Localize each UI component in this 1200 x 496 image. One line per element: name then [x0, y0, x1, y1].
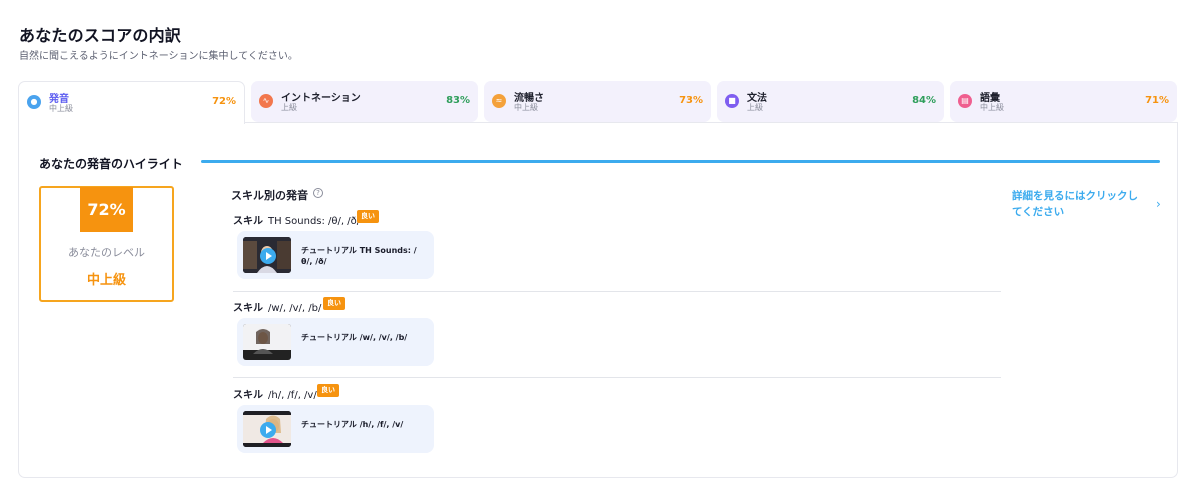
level-score: 72% [80, 187, 133, 232]
tab-level: 上級 [281, 103, 297, 112]
tab-level: 上級 [747, 103, 763, 112]
play-icon [260, 422, 276, 438]
skill-heading: スキル/w/, /v/, /b/ [233, 299, 321, 314]
page-subtitle: 自然に聞こえるようにイントネーションに集中してください。 [19, 51, 298, 62]
tutorial-card[interactable]: チュートリアル /h/, /f/, /v/ [237, 405, 434, 453]
tab-level: 中上級 [49, 104, 73, 113]
chevron-right-icon[interactable]: › [1156, 197, 1161, 211]
tab-fluency[interactable]: ≈ 流暢さ 中上級 73% [484, 81, 711, 122]
microphone-icon: ● [27, 95, 41, 109]
flow-icon: ≈ [492, 94, 506, 108]
skill-sound: /w/, /v/, /b/ [268, 303, 322, 314]
thumbnail-image [243, 324, 291, 360]
tutorial-title: チュートリアル /h/, /f/, /v/ [301, 420, 404, 429]
skill-heading: スキル TH Sounds: /θ/, /ð/ [233, 212, 360, 227]
waveform-icon: ∿ [259, 94, 273, 108]
skill-label: スキル [233, 390, 263, 401]
skill-label: スキル [233, 303, 263, 314]
tab-level: 中上級 [980, 103, 1004, 112]
skill-sound: TH Sounds: /θ/, /ð/ [268, 216, 361, 227]
tutorial-card[interactable]: チュートリアル /w/, /v/, /b/ [237, 318, 434, 366]
tab-level: 中上級 [514, 103, 538, 112]
video-thumbnail[interactable] [243, 237, 291, 273]
tutorial-title: チュートリアル /w/, /v/, /b/ [301, 333, 408, 342]
tab-pronunciation[interactable]: ● 発音 中上級 72% [18, 81, 245, 124]
tab-score: 72% [212, 96, 236, 107]
skill-badge: 良い [323, 297, 345, 310]
highlights-title: あなたの発音のハイライト [39, 157, 183, 171]
tab-score: 84% [912, 95, 936, 106]
tab-grammar[interactable]: ■ 文法 上級 84% [717, 81, 944, 122]
score-tabs: ● 発音 中上級 72% ∿ イントネーション 上級 83% ≈ 流暢さ 中上級… [18, 81, 1178, 124]
tab-vocabulary[interactable]: ▤ 語彙 中上級 71% [950, 81, 1177, 122]
video-thumbnail[interactable] [243, 411, 291, 447]
level-card: 72% あなたのレベル 中上級 [39, 186, 174, 302]
grammar-icon: ■ [725, 94, 739, 108]
tutorial-card[interactable]: チュートリアル TH Sounds: /θ/, /ð/ [237, 231, 434, 279]
level-label: あなたのレベル [68, 246, 145, 259]
highlights-panel: あなたの発音のハイライト 72% あなたのレベル 中上級 スキル別の発音 ? ス… [18, 122, 1178, 478]
skills-title: スキル別の発音 [231, 189, 308, 202]
details-link[interactable]: 詳細を見るにはクリックしてください [1012, 188, 1144, 220]
skill-label: スキル [233, 216, 263, 227]
tab-score: 73% [679, 95, 703, 106]
section-divider [201, 160, 1160, 163]
skill-heading: スキル/h/, /f/, /v/ [233, 386, 317, 401]
skill-divider [233, 291, 1001, 292]
tab-intonation[interactable]: ∿ イントネーション 上級 83% [251, 81, 478, 122]
video-thumbnail[interactable] [243, 324, 291, 360]
level-value: 中上級 [86, 273, 126, 288]
skill-badge: 良い [317, 384, 339, 397]
play-icon [260, 248, 276, 264]
vocabulary-icon: ▤ [958, 94, 972, 108]
tutorial-title: チュートリアル TH Sounds: /θ/, /ð/ [301, 246, 417, 266]
skill-divider [233, 377, 1001, 378]
page-title: あなたのスコアの内訳 [19, 26, 182, 45]
help-icon[interactable]: ? [313, 188, 323, 198]
tab-score: 71% [1145, 95, 1169, 106]
tab-score: 83% [446, 95, 470, 106]
skill-sound: /h/, /f/, /v/ [268, 390, 317, 401]
skill-badge: 良い [357, 210, 379, 223]
